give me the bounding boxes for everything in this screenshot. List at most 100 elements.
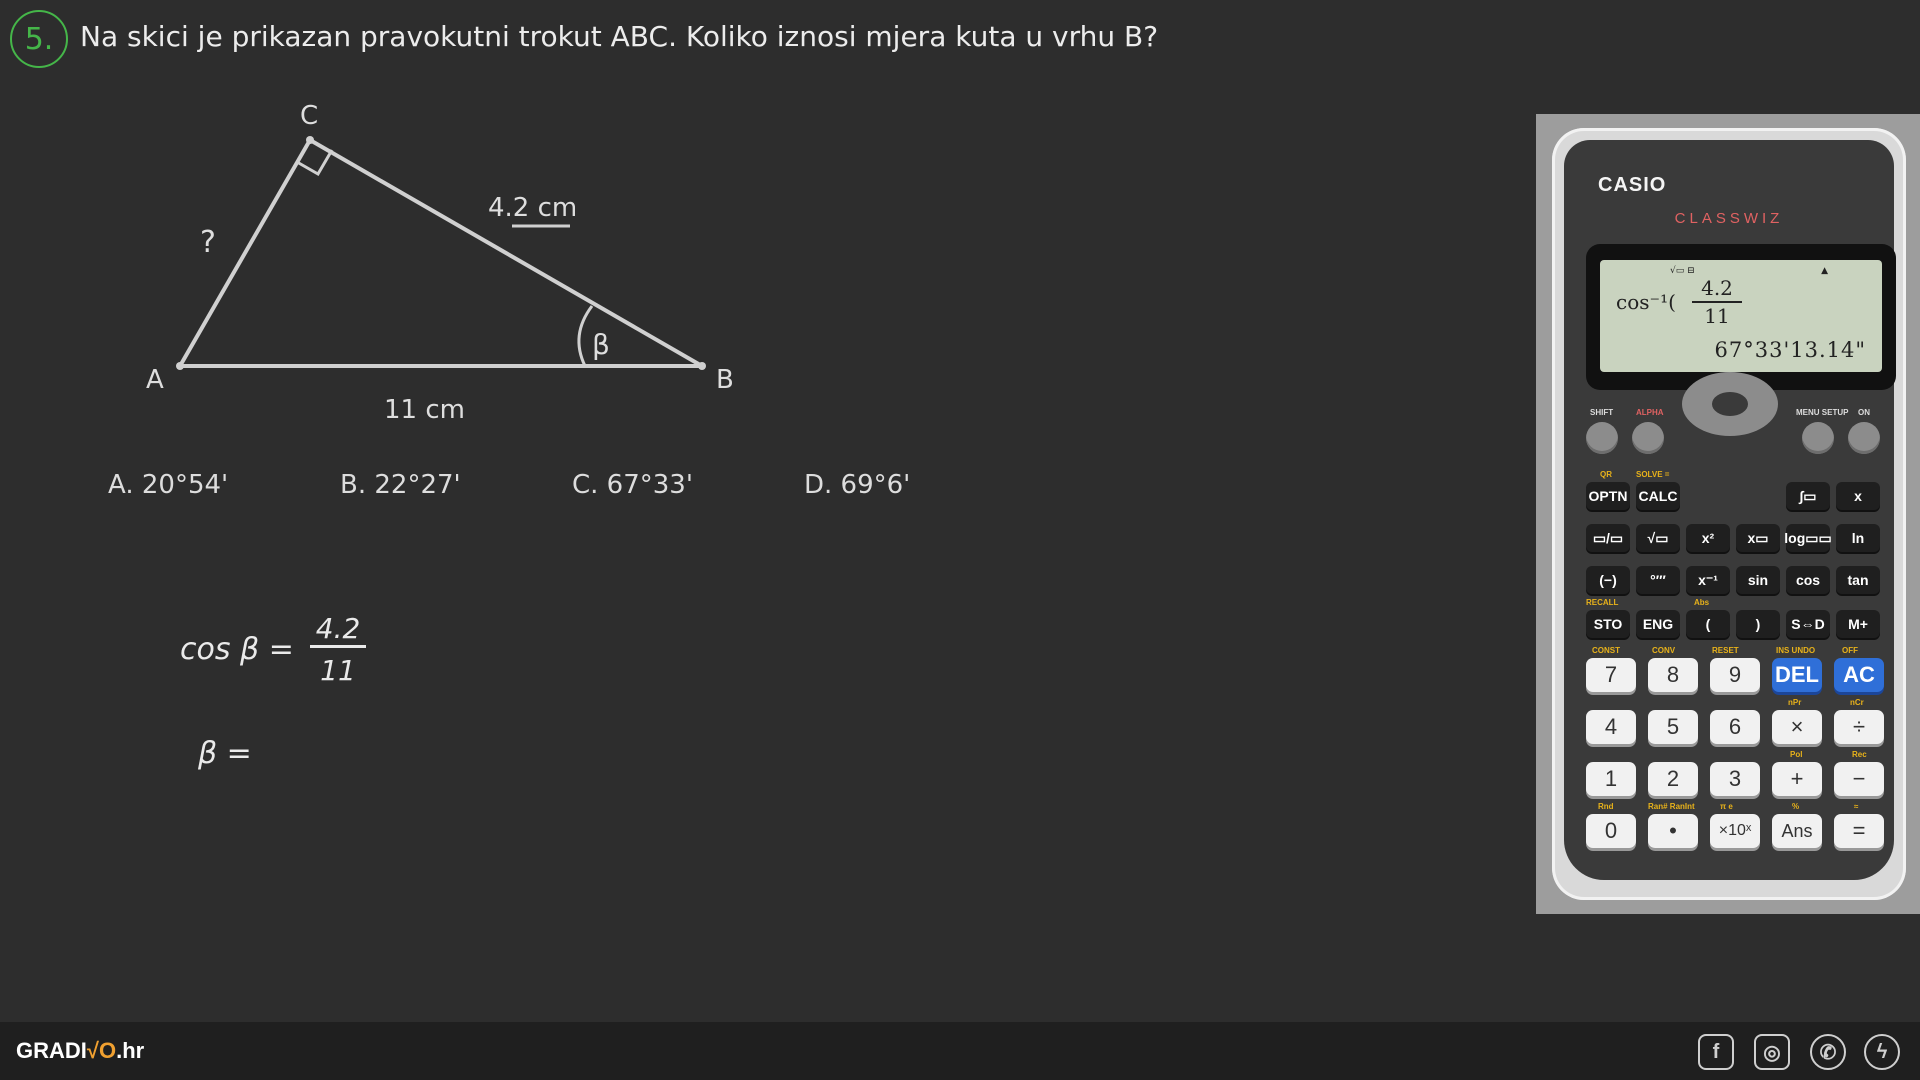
exp-key[interactable]: ×10ˣ (1710, 814, 1760, 848)
on-label: ON (1858, 408, 1870, 417)
ans-key[interactable]: Ans (1772, 814, 1822, 848)
calculator-body: CASIO CLASSWIZ √▭ ⊟ ▲ cos⁻¹( 4.2 11 67°3… (1552, 128, 1906, 900)
work-beta-line: β = (198, 736, 252, 771)
footer-bar: GRADI√O.hr f ◎ ✆ ϟ (0, 1022, 1920, 1080)
ran-label: Ran# RanInt (1648, 802, 1695, 811)
display-fraction: 4.2 11 (1692, 276, 1742, 328)
x-key[interactable]: x (1836, 482, 1880, 510)
percent-label: % (1792, 802, 1800, 811)
answer-b[interactable]: B. 22°27' (340, 470, 461, 500)
work-denominator: 11 (320, 654, 356, 687)
key-5[interactable]: 5 (1648, 710, 1698, 744)
rnd-label: Rnd (1598, 802, 1614, 811)
solve-label: SOLVE = (1636, 470, 1670, 479)
alpha-button[interactable] (1632, 422, 1664, 454)
recall-label: RECALL (1586, 598, 1619, 607)
cos-key[interactable]: cos (1786, 566, 1830, 594)
key-0[interactable]: 0 (1586, 814, 1636, 848)
answer-c[interactable]: C. 67°33' (572, 470, 693, 500)
const-label: CONST (1592, 646, 1620, 655)
answer-d[interactable]: D. 69°6' (804, 470, 910, 500)
display-indicator-icon: √▭ ⊟ (1670, 266, 1695, 276)
optn-key[interactable]: OPTN (1586, 482, 1630, 510)
calculator-display: √▭ ⊟ ▲ cos⁻¹( 4.2 11 67°33'13.14" (1600, 260, 1882, 372)
negative-key[interactable]: (−) (1586, 566, 1630, 594)
calculator-panel: CASIO CLASSWIZ √▭ ⊟ ▲ cos⁻¹( 4.2 11 67°3… (1536, 114, 1920, 914)
angle-arc (577, 305, 594, 367)
display-denominator: 11 (1704, 304, 1730, 328)
fraction-key[interactable]: ▭/▭ (1586, 524, 1630, 552)
navigation-pad[interactable] (1682, 372, 1778, 436)
on-button[interactable] (1848, 422, 1880, 454)
m-plus-key[interactable]: M+ (1836, 610, 1880, 638)
approx-label: ≈ (1854, 802, 1859, 811)
sin-key[interactable]: sin (1736, 566, 1780, 594)
facebook-icon[interactable]: f (1698, 1034, 1734, 1070)
ncr-label: nCr (1850, 698, 1864, 707)
plus-key[interactable]: + (1772, 762, 1822, 796)
tan-key[interactable]: tan (1836, 566, 1880, 594)
work-cos-lhs: cos β = (180, 632, 294, 667)
calculator-face: CASIO CLASSWIZ √▭ ⊟ ▲ cos⁻¹( 4.2 11 67°3… (1564, 140, 1896, 880)
integral-key[interactable]: ∫▭ (1786, 482, 1830, 510)
key-1[interactable]: 1 (1586, 762, 1636, 796)
off-label: OFF (1842, 646, 1858, 655)
calculator-brand: CASIO (1598, 174, 1667, 196)
triangle-sketch: A B C ? 4.2 cm 11 cm β (146, 101, 734, 425)
shift-button[interactable] (1586, 422, 1618, 454)
ins-undo-label: INS UNDO (1776, 646, 1816, 655)
key-6[interactable]: 6 (1710, 710, 1760, 744)
key-8[interactable]: 8 (1648, 658, 1698, 692)
key-9[interactable]: 9 (1710, 658, 1760, 692)
del-key[interactable]: DEL (1772, 658, 1822, 692)
sqrt-key[interactable]: √▭ (1636, 524, 1680, 552)
vertex-a-label: A (146, 365, 164, 395)
answer-a[interactable]: A. 20°54' (108, 470, 228, 500)
key-2[interactable]: 2 (1648, 762, 1698, 796)
abs-label: Abs (1694, 598, 1710, 607)
reciprocal-key[interactable]: x⁻¹ (1686, 566, 1730, 594)
equals-key[interactable]: = (1834, 814, 1884, 848)
close-paren-key[interactable]: ) (1736, 610, 1780, 638)
qr-label: QR (1600, 470, 1612, 479)
ac-key[interactable]: AC (1834, 658, 1884, 692)
decimal-key[interactable]: • (1648, 814, 1698, 848)
rec-label: Rec (1852, 750, 1867, 759)
angle-beta-label: β (592, 328, 610, 361)
key-4[interactable]: 4 (1586, 710, 1636, 744)
square-key[interactable]: x² (1686, 524, 1730, 552)
display-function: cos⁻¹( (1616, 290, 1676, 314)
multiply-key[interactable]: × (1772, 710, 1822, 744)
power-key[interactable]: x▭ (1736, 524, 1780, 552)
side-ac-label: ? (200, 225, 216, 260)
vertex-c-label: C (300, 101, 318, 131)
whatsapp-icon[interactable]: ✆ (1810, 1034, 1846, 1070)
shift-label: SHIFT (1590, 408, 1614, 417)
menu-button[interactable] (1802, 422, 1834, 454)
open-paren-key[interactable]: ( (1686, 610, 1730, 638)
instagram-icon[interactable]: ◎ (1754, 1034, 1790, 1070)
display-result: 67°33'13.14" (1714, 338, 1866, 362)
key-7[interactable]: 7 (1586, 658, 1636, 692)
menu-label: MENU SETUP (1796, 408, 1849, 417)
conv-label: CONV (1652, 646, 1676, 655)
log-key[interactable]: log▭▭ (1784, 524, 1832, 552)
gradivo-logo[interactable]: GRADI√O.hr (16, 1038, 144, 1064)
calc-key[interactable]: CALC (1636, 482, 1680, 510)
calculator-screen-frame: √▭ ⊟ ▲ cos⁻¹( 4.2 11 67°33'13.14" (1586, 244, 1896, 390)
sd-key[interactable]: S⇔D (1786, 610, 1830, 638)
divide-key[interactable]: ÷ (1834, 710, 1884, 744)
messenger-icon[interactable]: ϟ (1864, 1034, 1900, 1070)
sto-key[interactable]: STO (1586, 610, 1630, 638)
minus-key[interactable]: − (1834, 762, 1884, 796)
key-3[interactable]: 3 (1710, 762, 1760, 796)
degree-key[interactable]: °′″ (1636, 566, 1680, 594)
ln-key[interactable]: ln (1836, 524, 1880, 552)
display-numerator: 4.2 (1701, 276, 1733, 300)
npr-label: nPr (1788, 698, 1802, 707)
eng-key[interactable]: ENG (1636, 610, 1680, 638)
scroll-up-indicator-icon: ▲ (1821, 266, 1828, 276)
side-bc-label: 4.2 cm (488, 193, 577, 223)
pol-label: Pol (1790, 750, 1803, 759)
side-bc-line (309, 138, 703, 368)
